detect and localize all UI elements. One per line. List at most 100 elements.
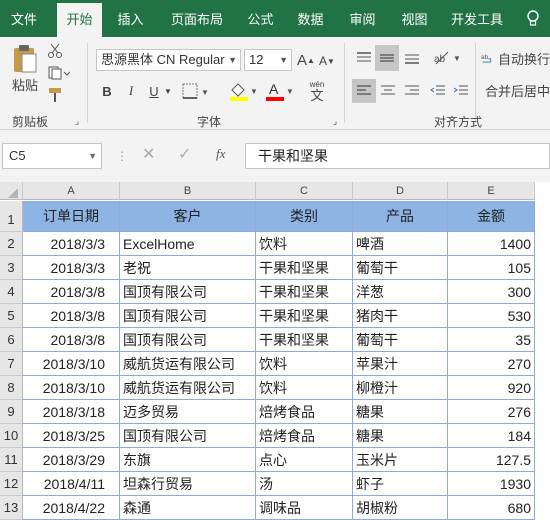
align-middle-icon[interactable] [375,45,399,71]
bold-button[interactable]: B [98,81,116,101]
table-cell[interactable]: 干果和坚果 [256,304,353,328]
table-cell[interactable]: 270 [448,352,535,376]
align-right-icon[interactable] [400,79,424,103]
underline-button[interactable]: U [145,81,163,101]
merge-center-button[interactable]: 合并后居中 [481,79,550,101]
table-cell[interactable]: 920 [448,376,535,400]
font-size-combo[interactable]: 12 ▼ [244,49,292,71]
insert-function-icon[interactable]: fx [216,146,236,170]
table-cell[interactable]: 680 [448,496,535,520]
paste-icon[interactable] [8,43,42,75]
table-cell[interactable]: 森通 [120,496,256,520]
table-cell[interactable]: 1400 [448,232,535,256]
align-top-icon[interactable] [352,47,376,69]
tab-review[interactable]: 审阅 [340,0,385,37]
column-header-d[interactable]: D [353,182,448,200]
font-name-combo[interactable]: 思源黑体 CN Regular ▼ [96,49,241,71]
row-header[interactable]: 6 [0,328,23,352]
scissors-icon[interactable] [44,41,66,61]
table-cell[interactable]: 2018/3/25 [23,424,120,448]
table-cell[interactable]: 35 [448,328,535,352]
tab-data[interactable]: 数据 [288,0,333,37]
shrink-font-icon[interactable]: A ▼ [318,51,336,71]
tab-file[interactable]: 文件 [0,0,48,37]
table-cell[interactable]: 2018/4/11 [23,472,120,496]
row-header[interactable]: 3 [0,256,23,280]
row-header[interactable]: 4 [0,280,23,304]
table-cell[interactable]: 葡萄干 [353,328,448,352]
table-cell[interactable]: 2018/3/3 [23,232,120,256]
tab-insert[interactable]: 插入 [108,0,153,37]
table-cell[interactable]: 2018/3/8 [23,280,120,304]
table-cell[interactable]: 威航货运有限公司 [120,352,256,376]
table-cell[interactable]: 国顶有限公司 [120,304,256,328]
table-cell[interactable]: 点心 [256,448,353,472]
copy-icon[interactable] [44,63,74,83]
table-cell[interactable]: 2018/3/10 [23,352,120,376]
align-bottom-icon[interactable] [400,47,424,69]
table-cell[interactable]: 2018/3/3 [23,256,120,280]
table-cell[interactable]: 坦森行贸易 [120,472,256,496]
table-cell[interactable]: 汤 [256,472,353,496]
table-cell[interactable]: 啤酒 [353,232,448,256]
enter-check-icon[interactable]: ✓ [178,144,196,168]
table-cell[interactable]: 葡萄干 [353,256,448,280]
lightbulb-icon[interactable] [520,0,546,37]
tab-view[interactable]: 视图 [392,0,437,37]
table-cell[interactable]: 干果和坚果 [256,328,353,352]
table-header-cell[interactable]: 产品 [353,201,448,232]
decrease-indent-icon[interactable] [427,79,449,103]
formula-input[interactable]: 干果和坚果 [245,143,550,169]
table-cell[interactable]: 东旗 [120,448,256,472]
table-cell[interactable]: 干果和坚果 [256,280,353,304]
table-cell[interactable]: 300 [448,280,535,304]
grow-font-icon[interactable]: A ▲ [297,49,315,71]
table-cell[interactable]: 洋葱 [353,280,448,304]
table-header-cell[interactable]: 金额 [448,201,535,232]
table-header-cell[interactable]: 订单日期 [23,201,120,232]
table-cell[interactable]: 苹果汁 [353,352,448,376]
table-cell[interactable]: 2018/3/10 [23,376,120,400]
column-header-e[interactable]: E [448,182,535,200]
row-header[interactable]: 11 [0,448,23,472]
table-cell[interactable]: 2018/3/29 [23,448,120,472]
table-header-cell[interactable]: 类别 [256,201,353,232]
table-cell[interactable]: 玉米片 [353,448,448,472]
column-header-b[interactable]: B [120,182,256,200]
orientation-icon[interactable]: ab ▼ [430,47,464,69]
table-cell[interactable]: 2018/3/8 [23,304,120,328]
row-header[interactable]: 5 [0,304,23,328]
table-header-cell[interactable]: 客户 [120,201,256,232]
tab-developer[interactable]: 开发工具 [442,0,512,37]
table-cell[interactable]: 胡椒粉 [353,496,448,520]
wrap-text-button[interactable]: ab 自动换行 [481,47,550,69]
table-cell[interactable]: 焙烤食品 [256,400,353,424]
table-cell[interactable]: 国顶有限公司 [120,328,256,352]
tab-home[interactable]: 开始 [57,3,102,40]
row-header[interactable]: 2 [0,232,23,256]
name-box[interactable]: C5 ▼ [2,143,102,169]
table-cell[interactable]: 国顶有限公司 [120,280,256,304]
font-launcher-icon[interactable]: ⌟ [330,116,340,126]
table-cell[interactable]: 2018/4/22 [23,496,120,520]
row-header[interactable]: 1 [0,201,23,232]
table-cell[interactable]: 饮料 [256,376,353,400]
table-cell[interactable]: 276 [448,400,535,424]
phonetic-guide-icon[interactable]: wén 文 [302,77,332,105]
borders-icon[interactable]: ▼ [180,81,212,101]
row-header[interactable]: 8 [0,376,23,400]
italic-button[interactable]: I [122,81,140,101]
table-cell[interactable]: 迈多贸易 [120,400,256,424]
format-painter-icon[interactable] [44,85,66,105]
table-cell[interactable]: 饮料 [256,352,353,376]
select-all-corner[interactable] [0,182,23,200]
cancel-icon[interactable]: ✕ [142,144,160,168]
table-cell[interactable]: 猪肉干 [353,304,448,328]
table-cell[interactable]: 饮料 [256,232,353,256]
tab-formulas[interactable]: 公式 [238,0,283,37]
paste-button-label[interactable]: 粘贴 [8,75,42,93]
table-cell[interactable]: 焙烤食品 [256,424,353,448]
clipboard-launcher-icon[interactable]: ⌟ [72,116,82,126]
row-header[interactable]: 10 [0,424,23,448]
align-center-icon[interactable] [376,79,400,103]
